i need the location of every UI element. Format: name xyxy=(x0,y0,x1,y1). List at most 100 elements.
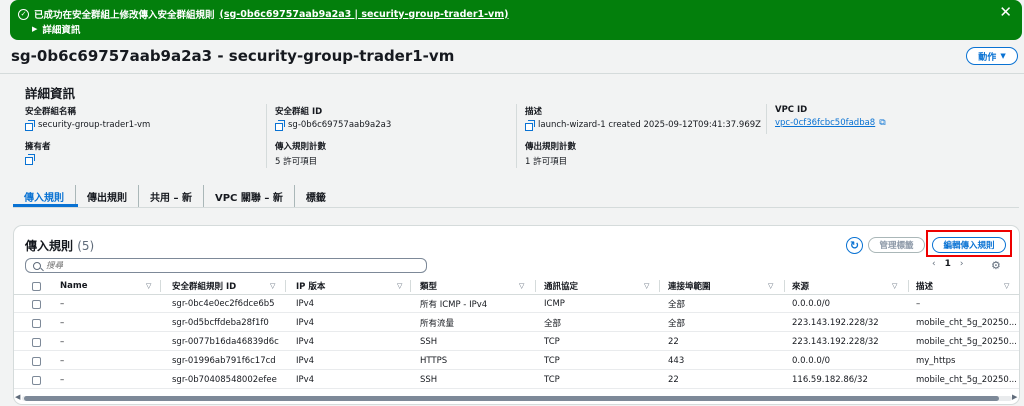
cell-port-range: 22 xyxy=(668,375,679,385)
next-page-icon[interactable]: › xyxy=(960,259,964,269)
tab-vpc-associations[interactable]: VPC 關聯 – 新 xyxy=(204,185,295,207)
caret-down-icon: ▼ xyxy=(1000,52,1006,60)
owner-label: 擁有者 xyxy=(25,142,51,152)
cell-port-range: 22 xyxy=(668,337,679,347)
sort-caret-icon[interactable]: ▽ xyxy=(892,277,902,295)
flash-details-toggle[interactable]: ▶ 詳細資訊 xyxy=(32,22,80,36)
inbound-rules-panel: 傳入規則 (5) ↻ 管理標籤 編輯傳入規則 ‹ 1 › ⚙ Name ▽ 安全… xyxy=(14,226,1019,404)
cell-port-range: 443 xyxy=(668,356,685,366)
panel-title: 傳入規則 (5) xyxy=(25,237,94,254)
current-page[interactable]: 1 xyxy=(945,259,951,269)
divider xyxy=(0,73,1024,74)
caret-right-icon: ▶ xyxy=(32,25,38,33)
sort-caret-icon[interactable]: ▽ xyxy=(270,277,280,295)
cell-type: 所有流量 xyxy=(420,319,455,329)
table-row[interactable]: – sgr-0077b16da46839d6c IPv4 SSH TCP 22 … xyxy=(14,333,1019,351)
scroll-right-icon[interactable]: ▶ xyxy=(1012,393,1017,401)
copy-icon[interactable] xyxy=(25,154,35,165)
column-header-description[interactable]: 描述 xyxy=(916,277,933,295)
sort-caret-icon[interactable]: ▽ xyxy=(768,277,778,295)
group-name-field: 安全群組名稱 security-group-trader1-vm xyxy=(25,105,150,131)
cell-description: – xyxy=(916,299,921,309)
description-value: launch-wizard-1 created 2025-09-12T09:41… xyxy=(538,120,761,130)
cell-protocol: TCP xyxy=(544,337,560,347)
inbound-count-value: 5 許可項目 xyxy=(275,157,318,167)
cell-rule-id: sgr-0077b16da46839d6c xyxy=(172,337,279,347)
group-name-label: 安全群組名稱 xyxy=(25,107,77,117)
column-header-port-range[interactable]: 連接埠範圍 xyxy=(668,277,711,295)
table-row[interactable]: – sgr-0d5bcffdeba28f1f0 IPv4 所有流量 全部 全部 … xyxy=(14,314,1019,332)
details-title: 詳細資訊 xyxy=(25,86,76,101)
divider xyxy=(766,104,767,134)
copy-icon[interactable] xyxy=(275,119,285,131)
table-row[interactable]: – sgr-01996ab791f6c17cd IPv4 HTTPS TCP 4… xyxy=(14,352,1019,370)
cell-name: – xyxy=(60,318,65,328)
row-checkbox[interactable] xyxy=(32,356,41,366)
row-checkbox[interactable] xyxy=(32,337,41,347)
column-header-name[interactable]: Name xyxy=(60,277,87,295)
group-id-field: 安全群組 ID sg-0b6c69757aab9a2a3 xyxy=(275,105,391,131)
cell-ip-version: IPv4 xyxy=(296,375,315,385)
vpc-id-link[interactable]: vpc-0cf36fcbc50fadba8 xyxy=(775,118,875,128)
search-box[interactable] xyxy=(25,258,427,273)
edit-inbound-rules-button[interactable]: 編輯傳入規則 xyxy=(932,237,1006,253)
tab-sharing[interactable]: 共用 – 新 xyxy=(139,185,204,207)
prev-page-icon[interactable]: ‹ xyxy=(932,259,936,269)
vpc-id-field: VPC ID vpc-0cf36fcbc50fadba8 ⧉ xyxy=(775,105,886,128)
cell-rule-id: sgr-0d5bcffdeba28f1f0 xyxy=(172,318,269,328)
cell-ip-version: IPv4 xyxy=(296,299,315,309)
filter-caret-icon[interactable]: ▽ xyxy=(146,277,156,295)
column-header-ip-version[interactable]: IP 版本 xyxy=(296,277,325,295)
tab-outbound-rules[interactable]: 傳出規則 xyxy=(76,185,139,207)
flash-message-row: ✓ 已成功在安全群組上修改傳入安全群組規則 (sg-0b6c69757aab9a… xyxy=(18,7,509,21)
column-header-type[interactable]: 類型 xyxy=(420,277,437,295)
row-checkbox[interactable] xyxy=(32,299,41,309)
actions-button[interactable]: 動作 ▼ xyxy=(966,47,1018,65)
table-row[interactable]: – sgr-0b70408548002efee IPv4 SSH TCP 22 … xyxy=(14,371,1019,389)
sort-caret-icon[interactable]: ▽ xyxy=(644,277,654,295)
cell-ip-version: IPv4 xyxy=(296,318,315,328)
search-input[interactable] xyxy=(46,260,406,271)
cell-description: mobile_cht_5g_20250... xyxy=(916,375,1016,385)
column-header-protocol[interactable]: 通訊協定 xyxy=(544,277,578,295)
cell-source: 223.143.192.228/32 xyxy=(792,318,879,328)
cell-source: 116.59.182.86/32 xyxy=(792,375,868,385)
flash-message: 已成功在安全群組上修改傳入安全群組規則 xyxy=(34,10,215,21)
success-check-icon: ✓ xyxy=(18,8,29,20)
tab-tags[interactable]: 標籤 xyxy=(295,185,337,207)
description-label: 描述 xyxy=(525,107,543,117)
divider xyxy=(516,104,517,168)
close-icon[interactable]: ✕ xyxy=(999,5,1012,20)
divider xyxy=(266,104,267,168)
cell-protocol: ICMP xyxy=(544,299,565,309)
copy-icon[interactable] xyxy=(525,119,535,131)
column-header-source[interactable]: 來源 xyxy=(792,277,809,295)
vpc-id-label: VPC ID xyxy=(775,105,808,115)
cell-source: 0.0.0.0/0 xyxy=(792,299,831,309)
sort-caret-icon[interactable]: ▽ xyxy=(519,277,529,295)
cell-protocol: TCP xyxy=(544,356,560,366)
scroll-left-icon[interactable]: ◀ xyxy=(15,393,20,401)
flash-details-label: 詳細資訊 xyxy=(42,25,81,36)
row-checkbox[interactable] xyxy=(32,318,41,328)
outbound-count-label: 傳出規則計數 xyxy=(525,142,577,152)
table-row[interactable]: – sgr-0bc4e0ec2f6dce6b5 IPv4 所有 ICMP - I… xyxy=(14,295,1019,313)
cell-name: – xyxy=(60,375,65,385)
flash-group-link[interactable]: (sg-0b6c69757aab9a2a3 | security-group-t… xyxy=(220,9,509,20)
gear-icon[interactable]: ⚙ xyxy=(991,259,1001,272)
refresh-icon[interactable]: ↻ xyxy=(846,237,863,254)
search-icon xyxy=(33,261,41,270)
sort-caret-icon[interactable]: ▽ xyxy=(1004,277,1014,295)
cell-description: mobile_cht_5g_20250... xyxy=(916,318,1016,328)
table-header: Name ▽ 安全群組規則 ID ▽ IP 版本 ▽ 類型 ▽ 通訊協定 ▽ 連… xyxy=(14,277,1019,295)
select-all-checkbox[interactable] xyxy=(32,277,41,295)
cell-name: – xyxy=(60,299,65,309)
sort-caret-icon[interactable]: ▽ xyxy=(397,277,407,295)
scrollbar-thumb[interactable] xyxy=(24,396,999,401)
copy-icon[interactable] xyxy=(25,119,35,131)
row-checkbox[interactable] xyxy=(32,375,41,385)
manage-tags-button[interactable]: 管理標籤 xyxy=(868,237,925,253)
horizontal-scrollbar[interactable] xyxy=(22,396,1012,401)
owner-field: 擁有者 xyxy=(25,140,51,165)
column-header-rule-id[interactable]: 安全群組規則 ID xyxy=(172,277,236,295)
